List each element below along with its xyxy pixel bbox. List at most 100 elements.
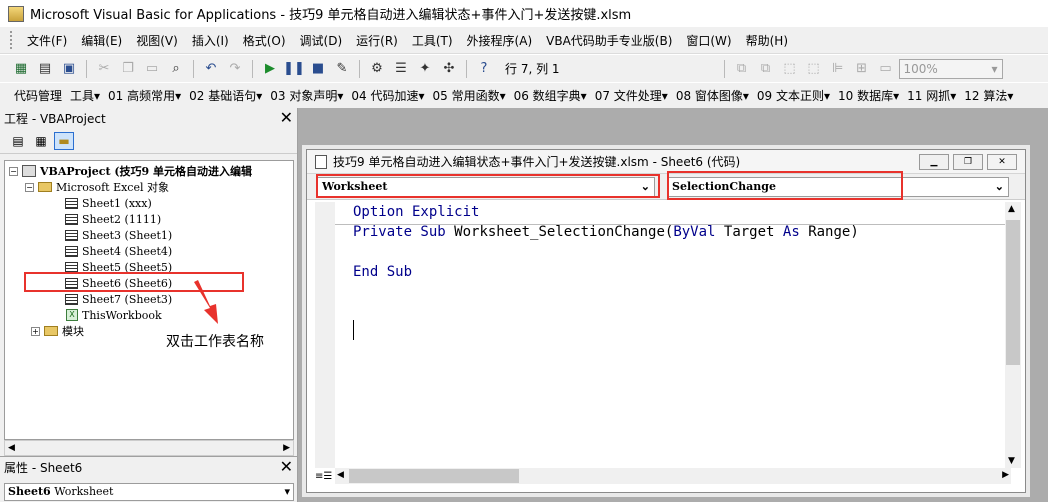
tree-item-label: VBAProject (技巧9 单元格自动进入编辑 (40, 165, 253, 178)
addin-file-handling[interactable]: 07 文件处理▾ (591, 87, 672, 104)
cursor-position: 行 7, 列 1 (505, 62, 560, 76)
group-icon[interactable]: ⬚ (779, 59, 801, 79)
addin-common-functions[interactable]: 05 常用函数▾ (428, 87, 509, 104)
addin-tools[interactable]: 工具▾ (66, 87, 104, 104)
tree-item-sheet1[interactable]: Sheet1 (xxx) (65, 195, 152, 211)
chevron-down-icon[interactable]: ⌄ (995, 180, 1004, 193)
tree-item-excel-objects[interactable]: − Microsoft Excel 对象 (25, 179, 169, 195)
addin-text-regex[interactable]: 09 文本正则▾ (753, 87, 834, 104)
stop-icon[interactable]: ■ (307, 59, 329, 79)
addin-code-manage[interactable]: 代码管理 (10, 87, 66, 104)
vba-app-icon (8, 5, 24, 22)
sheet-icon (65, 261, 78, 273)
menu-run[interactable]: 运行(R) (349, 32, 405, 49)
scroll-thumb[interactable] (349, 469, 519, 483)
align-icon[interactable]: ⊫ (827, 59, 849, 79)
center-icon[interactable]: ⊞ (851, 59, 873, 79)
close-icon[interactable]: ✕ (280, 459, 293, 475)
project-explorer-icon[interactable]: ⚙ (366, 59, 388, 79)
expand-icon[interactable]: + (31, 326, 40, 336)
insert-userform-icon[interactable]: ▤ (34, 59, 56, 79)
restore-icon[interactable]: ❐ (953, 154, 983, 170)
chevron-down-icon[interactable]: ▾ (992, 62, 998, 76)
addin-object-declare[interactable]: 03 对象声明▾ (266, 87, 347, 104)
toggle-folders-icon[interactable]: ▬ (54, 131, 74, 150)
addin-algorithms[interactable]: 12 算法▾ (960, 87, 1017, 104)
menu-file[interactable]: 文件(F) (20, 32, 74, 49)
object-combo-highlight-box (316, 174, 660, 198)
addin-frequent[interactable]: 01 高频常用▾ (104, 87, 185, 104)
menu-tools[interactable]: 工具(T) (405, 32, 460, 49)
addin-forms-images[interactable]: 08 窗体图像▾ (672, 87, 753, 104)
tree-item-sheet7[interactable]: Sheet7 (Sheet3) (65, 291, 172, 307)
code-text: Worksheet_SelectionChange( (454, 224, 674, 240)
scroll-up-icon[interactable]: ▲ (1008, 204, 1015, 214)
menubar-grip[interactable] (10, 31, 14, 49)
size-icon[interactable]: ▭ (875, 59, 897, 79)
code-editor[interactable]: Option Explicit Private Sub Worksheet_Se… (315, 202, 1007, 468)
help-icon[interactable]: ? (473, 59, 495, 79)
close-icon[interactable]: ✕ (987, 154, 1017, 170)
view-object-icon[interactable]: ▦ (31, 132, 51, 150)
full-module-view-icon[interactable]: ☰ (323, 471, 332, 482)
save-icon[interactable]: ▣ (58, 59, 80, 79)
addin-basic-statements[interactable]: 02 基础语句▾ (185, 87, 266, 104)
scroll-down-icon[interactable]: ▼ (1008, 456, 1015, 466)
code-vscrollbar[interactable]: ▲ ▼ (1005, 202, 1021, 468)
tree-item-vbaproject[interactable]: − VBAProject (技巧9 单元格自动进入编辑 (9, 163, 252, 179)
code-hscrollbar[interactable]: ◀ ▶ (335, 468, 1011, 484)
tree-item-label: ThisWorkbook (82, 308, 162, 322)
object-browser-icon[interactable]: ✦ (414, 59, 436, 79)
ungroup-icon[interactable]: ⬚ (803, 59, 825, 79)
menu-vba-helper[interactable]: VBA代码助手专业版(B) (539, 32, 679, 49)
cut-icon[interactable]: ✂ (93, 59, 115, 79)
zoom-combo[interactable]: 100% ▾ (898, 58, 1003, 79)
project-tree-hscrollbar[interactable]: ◀ ▶ (4, 440, 294, 456)
addin-array-dict[interactable]: 06 数组字典▾ (510, 87, 591, 104)
addin-webscrape[interactable]: 11 网抓▾ (903, 87, 960, 104)
menu-format[interactable]: 格式(O) (236, 32, 293, 49)
tree-item-sheet4[interactable]: Sheet4 (Sheet4) (65, 243, 172, 259)
bring-to-front-icon[interactable]: ⧉ (731, 59, 753, 79)
collapse-icon[interactable]: − (9, 166, 18, 176)
copy-icon[interactable]: ❐ (117, 59, 139, 79)
addin-code-speedup[interactable]: 04 代码加速▾ (347, 87, 428, 104)
scroll-right-icon[interactable]: ▶ (283, 443, 290, 453)
undo-icon[interactable]: ↶ (200, 59, 222, 79)
menu-edit[interactable]: 编辑(E) (74, 32, 129, 49)
tree-item-sheet3[interactable]: Sheet3 (Sheet1) (65, 227, 172, 243)
menu-view[interactable]: 视图(V) (129, 32, 185, 49)
scroll-thumb[interactable] (1006, 220, 1020, 365)
minimize-icon[interactable]: ▁ (919, 154, 949, 170)
procedure-view-icon[interactable]: ≡ (315, 471, 323, 482)
menu-addins[interactable]: 外接程序(A) (460, 32, 540, 49)
collapse-icon[interactable]: − (25, 182, 34, 192)
tree-item-modules[interactable]: + 模块 (31, 323, 84, 339)
menu-help[interactable]: 帮助(H) (739, 32, 795, 49)
pause-icon[interactable]: ❚❚ (283, 59, 305, 79)
redo-icon[interactable]: ↷ (224, 59, 246, 79)
toolbar-separator (86, 59, 87, 78)
close-icon[interactable]: ✕ (280, 110, 293, 126)
chevron-down-icon[interactable]: ▾ (284, 485, 290, 499)
view-code-icon[interactable]: ▤ (8, 132, 28, 150)
menu-insert[interactable]: 插入(I) (185, 32, 236, 49)
properties-window-icon[interactable]: ☰ (390, 59, 412, 79)
scroll-right-icon[interactable]: ▶ (1002, 470, 1009, 480)
tree-item-thisworkbook[interactable]: X ThisWorkbook (66, 307, 162, 323)
scroll-left-icon[interactable]: ◀ (8, 443, 15, 453)
toolbox-icon[interactable]: ✣ (438, 59, 460, 79)
design-mode-icon[interactable]: ✎ (331, 59, 353, 79)
run-icon[interactable]: ▶ (259, 59, 281, 79)
menu-window[interactable]: 窗口(W) (679, 32, 738, 49)
send-to-back-icon[interactable]: ⧉ (755, 59, 777, 79)
properties-object-combo[interactable]: Sheet6 Worksheet ▾ (4, 483, 294, 501)
menu-debug[interactable]: 调试(D) (293, 32, 350, 49)
scroll-left-icon[interactable]: ◀ (337, 470, 344, 480)
addin-database[interactable]: 10 数据库▾ (834, 87, 903, 104)
addin-toolbar: 代码管理 工具▾ 01 高频常用▾ 02 基础语句▾ 03 对象声明▾ 04 代… (0, 83, 1048, 109)
paste-icon[interactable]: ▭ (141, 59, 163, 79)
excel-icon[interactable]: ▦ (10, 59, 32, 79)
find-icon[interactable]: ⌕ (165, 59, 187, 79)
tree-item-sheet2[interactable]: Sheet2 (1111) (65, 211, 161, 227)
